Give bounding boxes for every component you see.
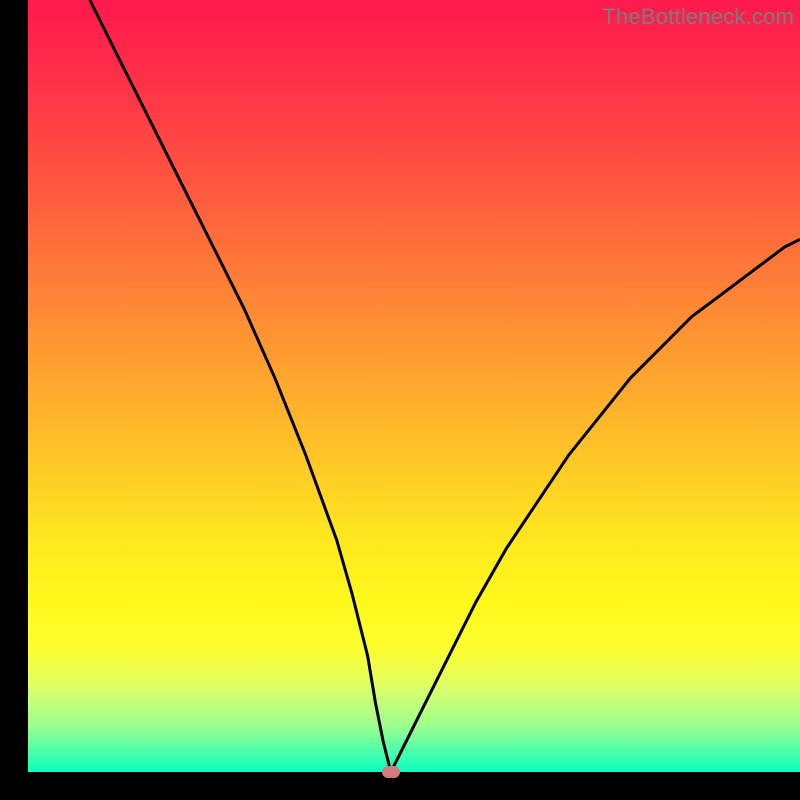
chart-canvas: TheBottleneck.com: [0, 0, 800, 800]
bottleneck-curve: [90, 0, 800, 772]
curve-svg: [28, 0, 800, 772]
watermark-text: TheBottleneck.com: [602, 4, 794, 30]
optimal-point-marker: [382, 766, 400, 778]
plot-area: [28, 0, 800, 772]
